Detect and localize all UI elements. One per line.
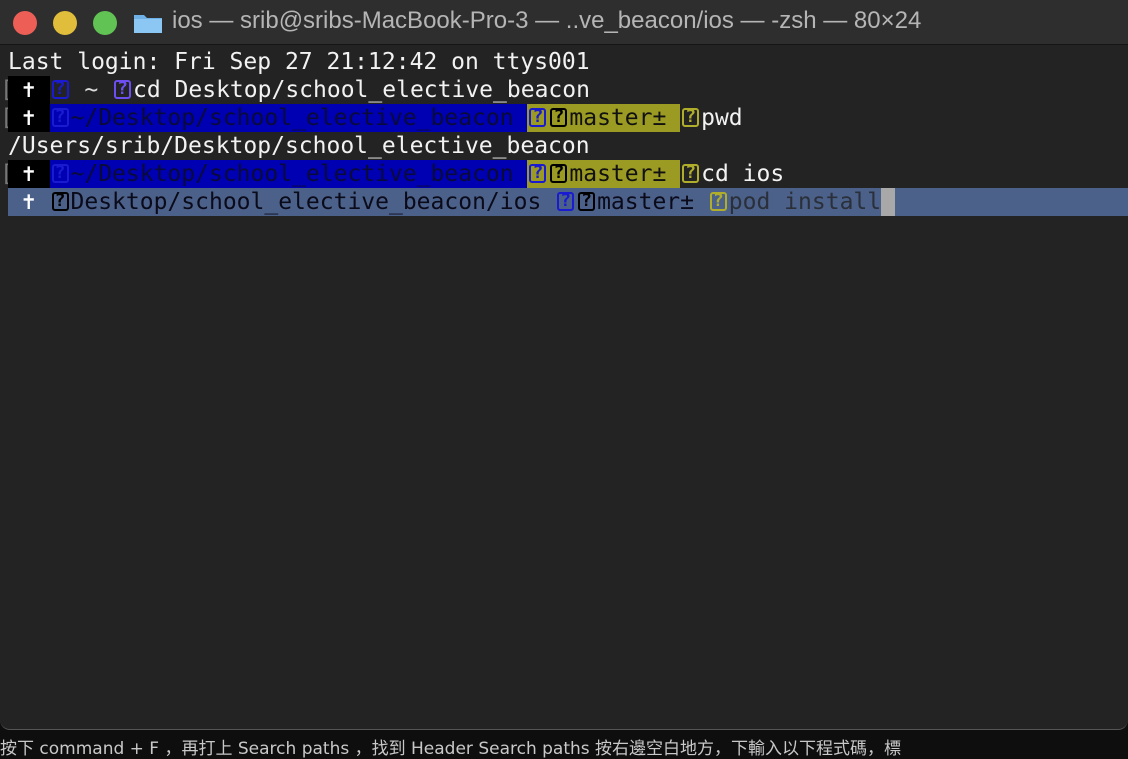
command-text: cd Desktop/school_elective_beacon [133,77,590,103]
bracket: [ [0,160,8,188]
cross-segment: ✝ [8,189,50,215]
terminal-window: ios — srib@sribs-MacBook-Pro-3 — ..ve_be… [0,0,1128,730]
git-branch: master± [597,189,708,215]
unknown-glyph-icon: ? [550,164,568,183]
git-branch: master± [569,105,681,131]
folder-icon [134,15,162,33]
cross-segment: ✝ [8,104,50,132]
prompt-path: ~ [70,77,113,103]
bracket: [ [0,76,8,104]
zoom-button[interactable] [93,11,117,35]
unknown-glyph-icon: ? [682,164,700,183]
command-text: cd ios [701,161,785,187]
unknown-glyph-icon: ? [550,108,568,127]
background-page-text: 按下 command + F ，再打上 Search paths ，找到 Hea… [0,739,902,759]
cross-segment: ✝ [8,160,50,188]
unknown-glyph-icon: ? [529,108,547,127]
command-input[interactable]: pod install [729,188,881,216]
unknown-glyph-icon: ? [114,80,131,99]
cross-segment: ✝ [8,76,50,104]
unknown-glyph-icon: ? [51,164,69,183]
unknown-glyph-icon: ? [529,164,547,183]
title-bar: ios — srib@sribs-MacBook-Pro-3 — ..ve_be… [0,0,1128,45]
unknown-glyph-icon: ? [578,192,596,211]
prompt-path: ~/Desktop/school_elective_beacon [70,105,528,131]
prompt-path: ~/Desktop/school_elective_beacon [70,161,528,187]
terminal-line: Last login: Fri Sep 27 21:12:42 on ttys0… [0,48,1128,76]
prompt-line: [ ✝ ? ~ ?cd Desktop/school_elective_beac… [0,76,1128,104]
minimize-button[interactable] [53,11,77,35]
git-branch: master± [569,161,681,187]
unknown-glyph-icon: ? [51,108,69,127]
text-cursor [881,188,896,216]
prompt-path: Desktop/school_elective_beacon/ios [70,189,556,215]
output-text: /Users/srib/Desktop/school_elective_beac… [8,133,590,159]
window-title: ios — srib@sribs-MacBook-Pro-3 — ..ve_be… [172,7,922,34]
close-button[interactable] [13,11,37,35]
unknown-glyph-icon: ? [51,80,69,99]
unknown-glyph-icon: ? [709,192,727,211]
terminal-content[interactable]: Last login: Fri Sep 27 21:12:42 on ttys0… [0,48,1128,216]
unknown-glyph-icon: ? [682,108,700,127]
last-login-text: Last login: Fri Sep 27 21:12:42 on ttys0… [8,49,590,75]
output-line: /Users/srib/Desktop/school_elective_beac… [0,132,1128,160]
unknown-glyph-icon: ? [557,192,575,211]
prompt-line: [ ✝ ?~/Desktop/school_elective_beacon ??… [0,160,1128,188]
command-text: pwd [701,105,743,131]
prompt-line: [ ✝ ?~/Desktop/school_elective_beacon ??… [0,104,1128,132]
bracket: [ [0,104,8,132]
unknown-glyph-icon: ? [51,192,69,211]
current-prompt-line: ✝ ? Desktop/school_elective_beacon/ios ??… [8,188,1128,216]
